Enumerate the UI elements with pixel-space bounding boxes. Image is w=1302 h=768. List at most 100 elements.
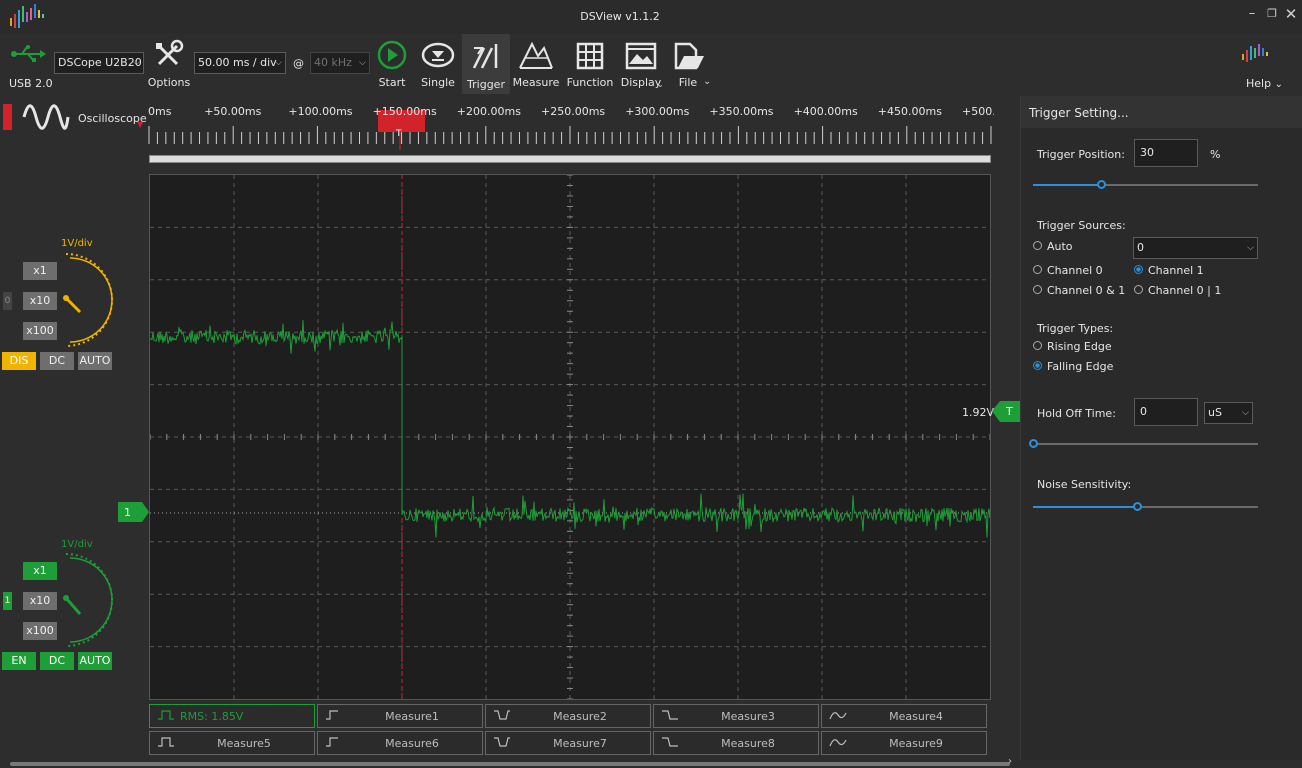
chevron-down-icon: ⌵ [275, 58, 282, 68]
measure-slot[interactable]: Measure2 [485, 704, 651, 728]
ch0-x10-button[interactable]: x10 [23, 292, 57, 310]
ch1-x1-button[interactable]: x1 [23, 562, 57, 580]
source-auto-radio[interactable] [1033, 241, 1042, 250]
measure-label: Measure7 [553, 737, 607, 750]
restore-icon[interactable]: ❐ [1264, 6, 1280, 22]
samplerate-value: 40 kHz [314, 56, 352, 69]
ruler-tick-label: +500. [962, 105, 994, 118]
ruler-tick-label: +200.00ms [456, 105, 521, 118]
samplerate-select[interactable]: 40 kHz ⌵ [310, 52, 370, 74]
time-ruler[interactable]: T 0ms +50.00ms +100.00ms +150.00ms +200.00ms… [148, 96, 1018, 166]
measure-label: Measure6 [385, 737, 439, 750]
source-ch0-radio[interactable] [1033, 265, 1042, 274]
chevron-down-icon: ⌄ [703, 76, 712, 87]
ch0-auto-button[interactable]: AUTO [78, 352, 112, 370]
help-label: Help [1246, 77, 1272, 90]
ruler-tick-label: +100.00ms [288, 105, 353, 118]
ruler-tick-label: +250.00ms [541, 105, 606, 118]
measure-icon [519, 41, 553, 69]
trigger-position-unit: % [1210, 148, 1221, 161]
trigger-button[interactable]: Trigger [462, 34, 510, 94]
trigger-level-marker-label: T [1006, 405, 1013, 418]
source-ch0-and-1-radio[interactable] [1033, 285, 1042, 294]
type-falling-radio[interactable] [1033, 361, 1042, 370]
source-ch0-and-1-label: Channel 0 & 1 [1047, 284, 1126, 297]
holdoff-label: Hold Off Time: [1037, 407, 1116, 420]
display-icon [625, 42, 657, 70]
scope-screen[interactable] [149, 174, 991, 700]
ch0-x1-button[interactable]: x1 [23, 262, 57, 280]
horizontal-scrollbar[interactable]: › [0, 756, 1302, 768]
scroll-right-icon[interactable]: › [1008, 756, 1012, 767]
ch0-enable-button[interactable]: DIS [2, 352, 36, 370]
trigger-panel-header: Trigger Setting... [1021, 96, 1302, 128]
holdoff-input[interactable]: 0 [1134, 398, 1198, 426]
ch0-coupling-button[interactable]: DC [40, 352, 74, 370]
ruler-tick-label: +400.00ms [793, 105, 858, 118]
trigger-icon [472, 44, 498, 69]
source-ch1-label: Channel 1 [1148, 264, 1204, 277]
mode-dropdown-icon[interactable]: ▼ [137, 120, 143, 129]
source-ch1-radio[interactable] [1134, 265, 1143, 274]
device-select[interactable]: DSCope U2B20 ⌵ [54, 52, 144, 74]
holdoff-unit-select[interactable]: uS ⌵ [1204, 402, 1253, 424]
trigger-settings-panel: Trigger Setting... Trigger Position: 30 … [1020, 96, 1302, 760]
channel-panel: Oscilloscope ▼ 1V/div x1 0 x10 x100 DIS … [0, 96, 148, 760]
horizontal-scrollbar-thumb[interactable] [10, 762, 1010, 766]
viewport-scrollbar[interactable] [149, 155, 991, 163]
chevron-down-icon: ⌵ [1247, 243, 1254, 253]
ruler-tick-label: +300.00ms [625, 105, 690, 118]
source-ch0-or-1-radio[interactable] [1134, 285, 1143, 294]
ch1-enable-button[interactable]: EN [2, 652, 36, 670]
wrench-screwdriver-icon [156, 39, 184, 66]
ruler-tick-label: 0ms [148, 105, 172, 118]
at-label: @ [293, 57, 304, 70]
measure-label: Measure2 [553, 710, 607, 723]
measure-slot[interactable]: Measure6 [317, 731, 483, 755]
measure-slot[interactable]: Measure4 [821, 704, 987, 728]
trigger-position-input[interactable]: 30 [1134, 139, 1198, 167]
measure-grid: RMS: 1.85V Measure1 Measure2 Measure3 Measur… [149, 704, 991, 758]
minimize-icon[interactable]: – [1244, 6, 1260, 22]
measure-slot[interactable]: Measure7 [485, 731, 651, 755]
trigger-position-slider[interactable] [1033, 180, 1258, 189]
ch1-auto-button[interactable]: AUTO [78, 652, 112, 670]
measure-slot[interactable]: Measure5 [149, 731, 315, 755]
measure-label: Measure1 [385, 710, 439, 723]
measure-slot[interactable]: RMS: 1.85V [149, 704, 315, 728]
sine-wave-icon[interactable] [22, 102, 70, 132]
source-ch0-label: Channel 0 [1047, 264, 1103, 277]
ch1-x100-button[interactable]: x100 [23, 622, 57, 640]
measure-label: Measure9 [889, 737, 943, 750]
play-icon [377, 40, 407, 70]
measure-label: Measure5 [217, 737, 271, 750]
timebase-value: 50.00 ms / div [198, 56, 277, 69]
measure-slot[interactable]: Measure3 [653, 704, 819, 728]
measure-type-icon [158, 710, 174, 720]
ch1-coupling-button[interactable]: DC [40, 652, 74, 670]
help-menu[interactable]: Help ⌄ [1246, 77, 1283, 90]
measure-slot[interactable]: Measure1 [317, 704, 483, 728]
ch1-x10-button[interactable]: x10 [23, 592, 57, 610]
measure-slot[interactable]: Measure8 [653, 731, 819, 755]
single-button[interactable]: Single [414, 34, 462, 94]
chevron-down-icon: ⌵ [1242, 408, 1249, 418]
measure-label: Measure4 [889, 710, 943, 723]
single-capture-icon [421, 42, 455, 68]
type-rising-radio[interactable] [1033, 341, 1042, 350]
function-button[interactable]: Function [566, 34, 614, 94]
ch0-x100-button[interactable]: x100 [23, 322, 57, 340]
source-auto-label: Auto [1047, 240, 1073, 253]
ch1-volt-knob[interactable] [56, 548, 118, 652]
ch0-volt-knob[interactable] [56, 248, 118, 352]
ch1-offset-marker[interactable] [118, 502, 150, 522]
holdoff-slider[interactable] [1029, 439, 1258, 448]
noise-sensitivity-slider[interactable] [1033, 502, 1258, 511]
options-button[interactable]: Options [145, 34, 193, 94]
source-channel-select[interactable]: 0 ⌵ [1133, 237, 1258, 259]
close-icon[interactable]: ✕ [1283, 6, 1299, 22]
measure-slot[interactable]: Measure9 [821, 731, 987, 755]
folder-icon [674, 42, 704, 70]
measure-button[interactable]: Measure [512, 34, 560, 94]
timebase-select[interactable]: 50.00 ms / div ⌵ [194, 52, 286, 74]
